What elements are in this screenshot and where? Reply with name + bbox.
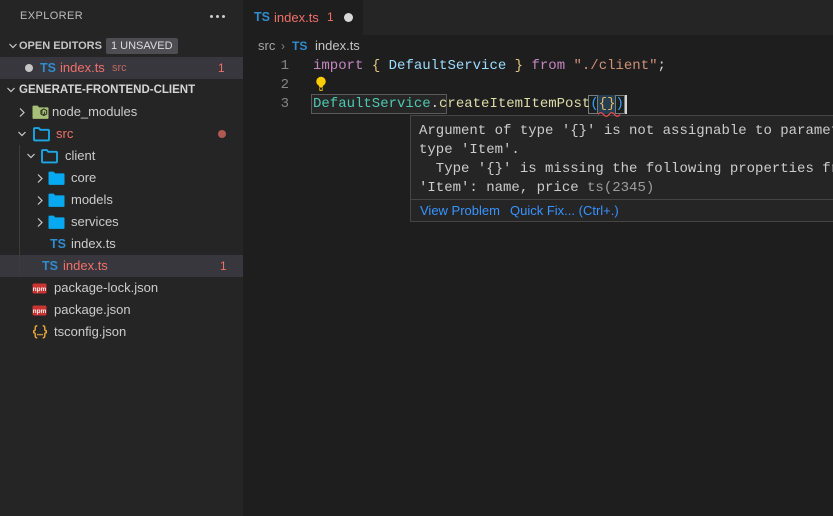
svg-text:npm: npm — [33, 308, 47, 315]
svg-text:npm: npm — [33, 286, 47, 293]
